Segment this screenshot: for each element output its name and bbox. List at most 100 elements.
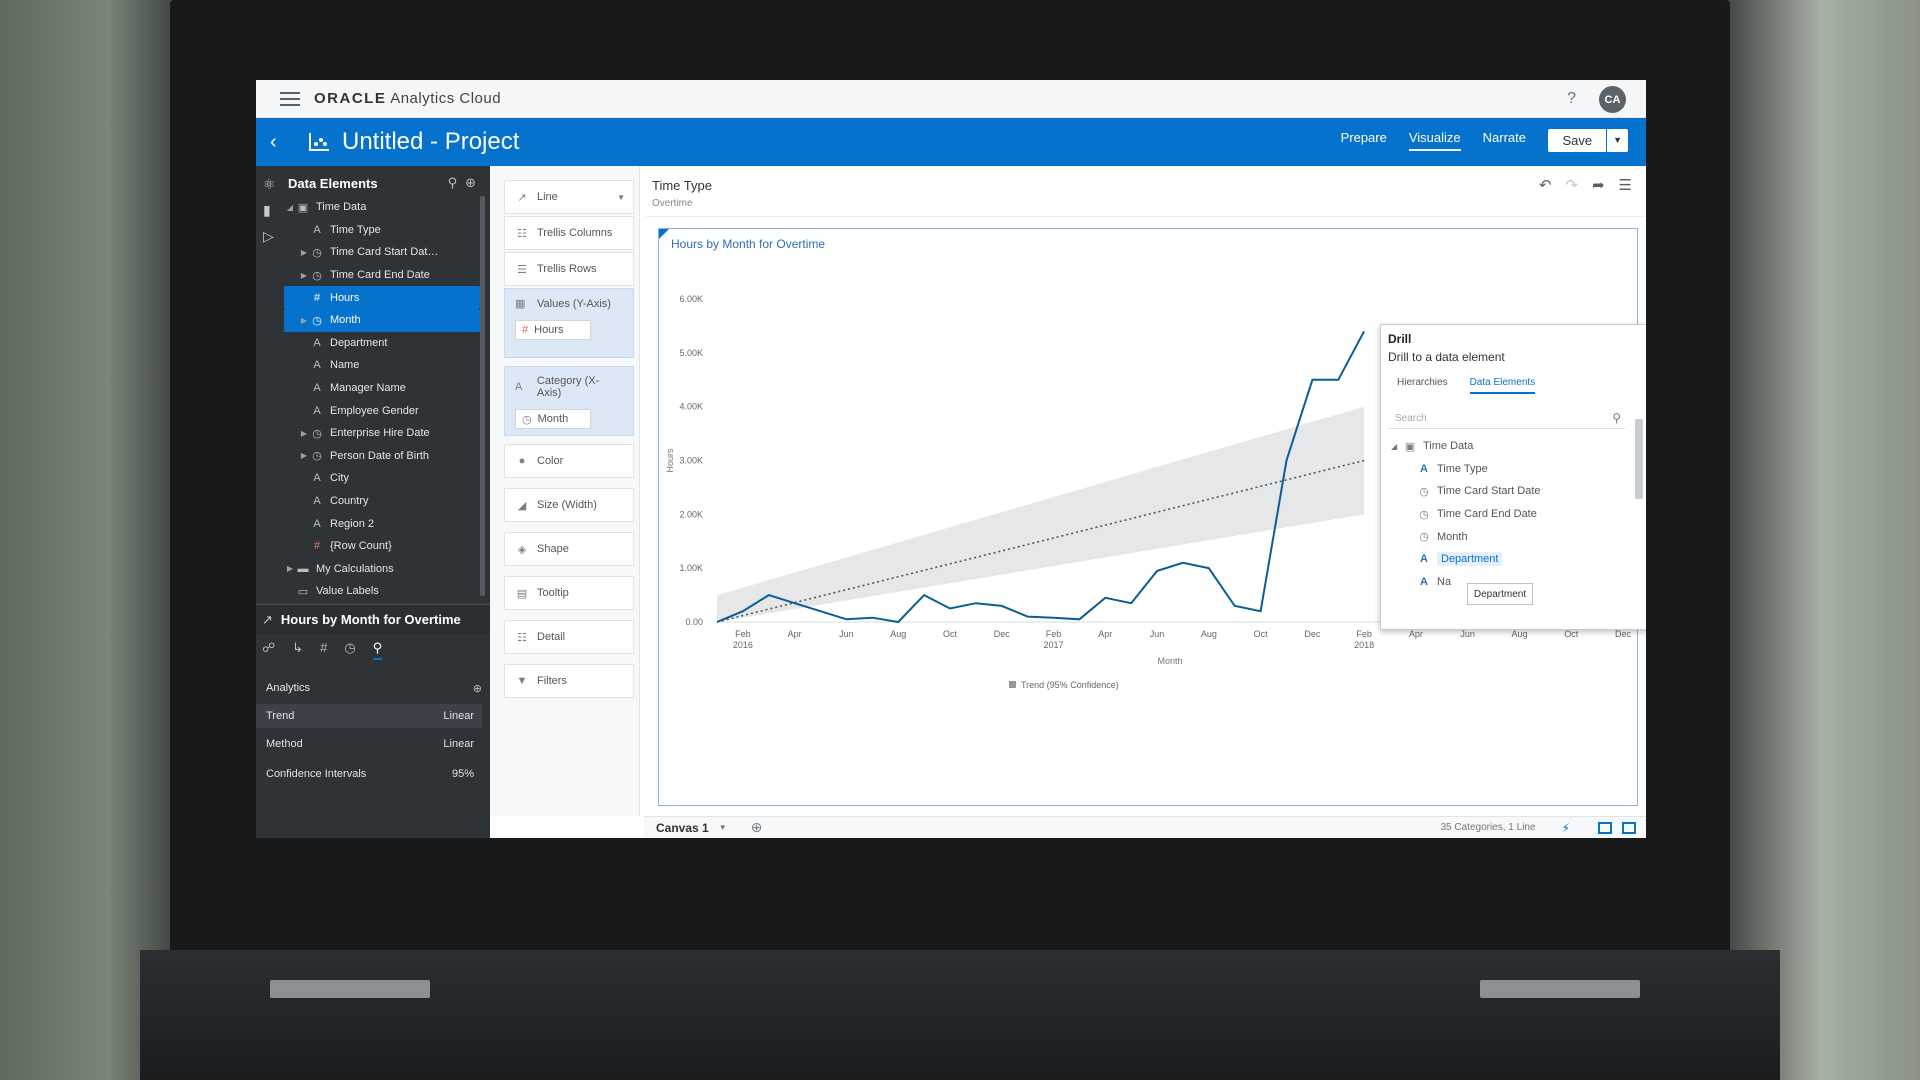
- viz-properties-title: ↗ Hours by Month for Overtime: [256, 604, 490, 634]
- text-attribute-icon: A: [1420, 462, 1428, 475]
- help-icon[interactable]: ?: [1567, 90, 1576, 108]
- y-tick-label: 3.00K: [679, 456, 703, 466]
- color-drop[interactable]: ● Color: [504, 444, 634, 478]
- add-icon[interactable]: ⊕: [465, 175, 476, 191]
- collapse-icon[interactable]: ◢: [284, 203, 296, 212]
- data-elements-scrollbar[interactable]: [480, 196, 485, 596]
- trellis-columns-drop[interactable]: ☷ Trellis Columns: [504, 216, 634, 250]
- expand-icon[interactable]: ▶: [298, 271, 310, 280]
- drill-item-department[interactable]: A Department: [1391, 548, 1627, 571]
- add-analytics-icon[interactable]: ⊕: [473, 682, 482, 695]
- nav-prepare[interactable]: Prepare: [1341, 130, 1387, 151]
- data-element-country[interactable]: A Country: [284, 490, 480, 513]
- redo-icon[interactable]: ↷: [1565, 176, 1578, 194]
- filter-title[interactable]: Time Type: [652, 178, 712, 193]
- category-x-axis-drop[interactable]: A Category (X-Axis) ◷ Month: [504, 366, 634, 436]
- project-title[interactable]: Untitled - Project: [342, 128, 519, 156]
- tab-hierarchies[interactable]: Hierarchies: [1397, 377, 1448, 394]
- data-element-hours[interactable]: # Hours: [284, 286, 480, 309]
- undo-icon[interactable]: ↶: [1539, 176, 1552, 194]
- text-attribute-icon: A: [313, 495, 321, 508]
- data-element-city[interactable]: A City: [284, 467, 480, 490]
- expand-icon[interactable]: ▶: [298, 248, 310, 257]
- data-element-my-calculations[interactable]: ▶ ▬ My Calculations: [284, 558, 480, 581]
- nav-visualize[interactable]: Visualize: [1408, 130, 1461, 151]
- data-elements-tab-icon[interactable]: ⚛: [263, 176, 277, 192]
- date-tab-icon[interactable]: ◷: [344, 640, 355, 660]
- drill-search-input[interactable]: Search ⚲: [1389, 409, 1625, 429]
- canvas-tab[interactable]: Canvas 1: [656, 821, 709, 835]
- expand-icon[interactable]: ▶: [284, 564, 296, 573]
- tooltip-drop[interactable]: ▤ Tooltip: [504, 576, 634, 610]
- drill-item-time-card-start-date[interactable]: ◷ Time Card Start Date: [1391, 480, 1627, 503]
- data-element-value-labels[interactable]: ▭ Value Labels: [284, 580, 480, 603]
- size-drop[interactable]: ◢ Size (Width): [504, 488, 634, 522]
- values-y-axis-drop[interactable]: ▦ Values (Y-Axis) # Hours: [504, 288, 634, 358]
- data-element-time-card-start-dat[interactable]: ▶ ◷ Time Card Start Dat…: [284, 241, 480, 264]
- data-elements-tree: ◢ ▣ Time Data A Time Type ▶ ◷ Time Card Start D…: [284, 196, 480, 603]
- search-icon[interactable]: ⚲: [1612, 411, 1621, 425]
- data-element-person-date-of-birth[interactable]: ▶ ◷ Person Date of Birth: [284, 445, 480, 468]
- method-value[interactable]: Linear: [443, 738, 474, 750]
- trellis-columns-label: Trellis Columns: [537, 227, 613, 239]
- expand-icon[interactable]: ▶: [298, 316, 310, 325]
- x-year-label: 2017: [1043, 640, 1063, 650]
- collapse-icon[interactable]: ◢: [1391, 442, 1403, 451]
- search-icon[interactable]: ⚲: [448, 175, 458, 191]
- share-icon[interactable]: ➦: [1592, 176, 1605, 194]
- visualizations-tab-icon[interactable]: ▮: [263, 202, 277, 218]
- data-element-time-type[interactable]: A Time Type: [284, 219, 480, 242]
- drill-item-time-card-end-date[interactable]: ◷ Time Card End Date: [1391, 503, 1627, 526]
- drill-item-month[interactable]: ◷ Month: [1391, 525, 1627, 548]
- lightning-icon[interactable]: ⚡: [1562, 821, 1570, 835]
- canvas-dropdown-icon[interactable]: ▼: [719, 823, 727, 832]
- filters-drop[interactable]: ▼ Filters: [504, 664, 634, 698]
- chart-type-select[interactable]: ↗ Line ▼: [504, 180, 634, 214]
- data-element-time-card-end-date[interactable]: ▶ ◷ Time Card End Date: [284, 264, 480, 287]
- data-element-label: Manager Name: [330, 382, 406, 395]
- analytics-tab-icon[interactable]: ▷: [263, 228, 277, 244]
- hamburger-menu-icon[interactable]: [280, 91, 300, 106]
- nav-narrate[interactable]: Narrate: [1483, 130, 1526, 151]
- save-button[interactable]: Save: [1548, 129, 1607, 152]
- confidence-value[interactable]: 95%: [452, 768, 474, 780]
- data-element-label: Enterprise Hire Date: [330, 427, 430, 440]
- drill-scrollbar[interactable]: [1635, 409, 1643, 609]
- line-chart-icon: ↗: [517, 191, 527, 204]
- panel-toggle-icon[interactable]: [1598, 821, 1612, 834]
- expand-icon[interactable]: ▶: [298, 451, 310, 460]
- confidence-row[interactable]: Confidence Intervals 95%: [256, 762, 482, 786]
- data-element-name[interactable]: A Name: [284, 354, 480, 377]
- menu-icon[interactable]: ☰: [1619, 176, 1632, 194]
- shape-drop[interactable]: ◈ Shape: [504, 532, 634, 566]
- data-element-employee-gender[interactable]: A Employee Gender: [284, 399, 480, 422]
- general-tab-icon[interactable]: ☍: [262, 640, 275, 660]
- data-element-manager-name[interactable]: A Manager Name: [284, 377, 480, 400]
- drill-item-time-type[interactable]: A Time Type: [1391, 458, 1627, 481]
- data-element-row-count[interactable]: # {Row Count}: [284, 535, 480, 558]
- data-element-department[interactable]: A Department: [284, 332, 480, 355]
- expand-icon[interactable]: ▶: [298, 429, 310, 438]
- x-tick-label: Dec: [1304, 629, 1321, 639]
- save-dropdown-icon[interactable]: ▼: [1607, 129, 1628, 152]
- drill-item-time-data[interactable]: ◢ ▣ Time Data: [1391, 435, 1627, 458]
- back-arrow-icon[interactable]: ‹: [270, 131, 290, 154]
- data-element-enterprise-hire-date[interactable]: ▶ ◷ Enterprise Hire Date: [284, 422, 480, 445]
- data-element-region-2[interactable]: A Region 2: [284, 512, 480, 535]
- method-row[interactable]: Method Linear: [256, 732, 482, 756]
- user-avatar[interactable]: CA: [1599, 86, 1626, 113]
- split-panel-icon[interactable]: [1622, 821, 1636, 834]
- trellis-rows-drop[interactable]: ☰ Trellis Rows: [504, 252, 634, 286]
- trend-row[interactable]: Trend Linear: [256, 704, 482, 728]
- axis-tab-icon[interactable]: ↳: [292, 640, 303, 660]
- data-element-time-data[interactable]: ◢ ▣ Time Data: [284, 196, 480, 219]
- add-canvas-icon[interactable]: ⊕: [751, 819, 763, 836]
- clock-icon: ◷: [312, 450, 322, 463]
- analytics-props-tab-icon[interactable]: ⚲: [372, 640, 383, 660]
- month-pill[interactable]: ◷ Month: [515, 409, 591, 429]
- tab-data-elements[interactable]: Data Elements: [1469, 377, 1536, 394]
- number-format-tab-icon[interactable]: #: [320, 640, 327, 660]
- hours-pill[interactable]: # Hours: [515, 320, 591, 340]
- data-element-month[interactable]: ▶ ◷ Month: [284, 308, 480, 332]
- detail-drop[interactable]: ☷ Detail: [504, 620, 634, 654]
